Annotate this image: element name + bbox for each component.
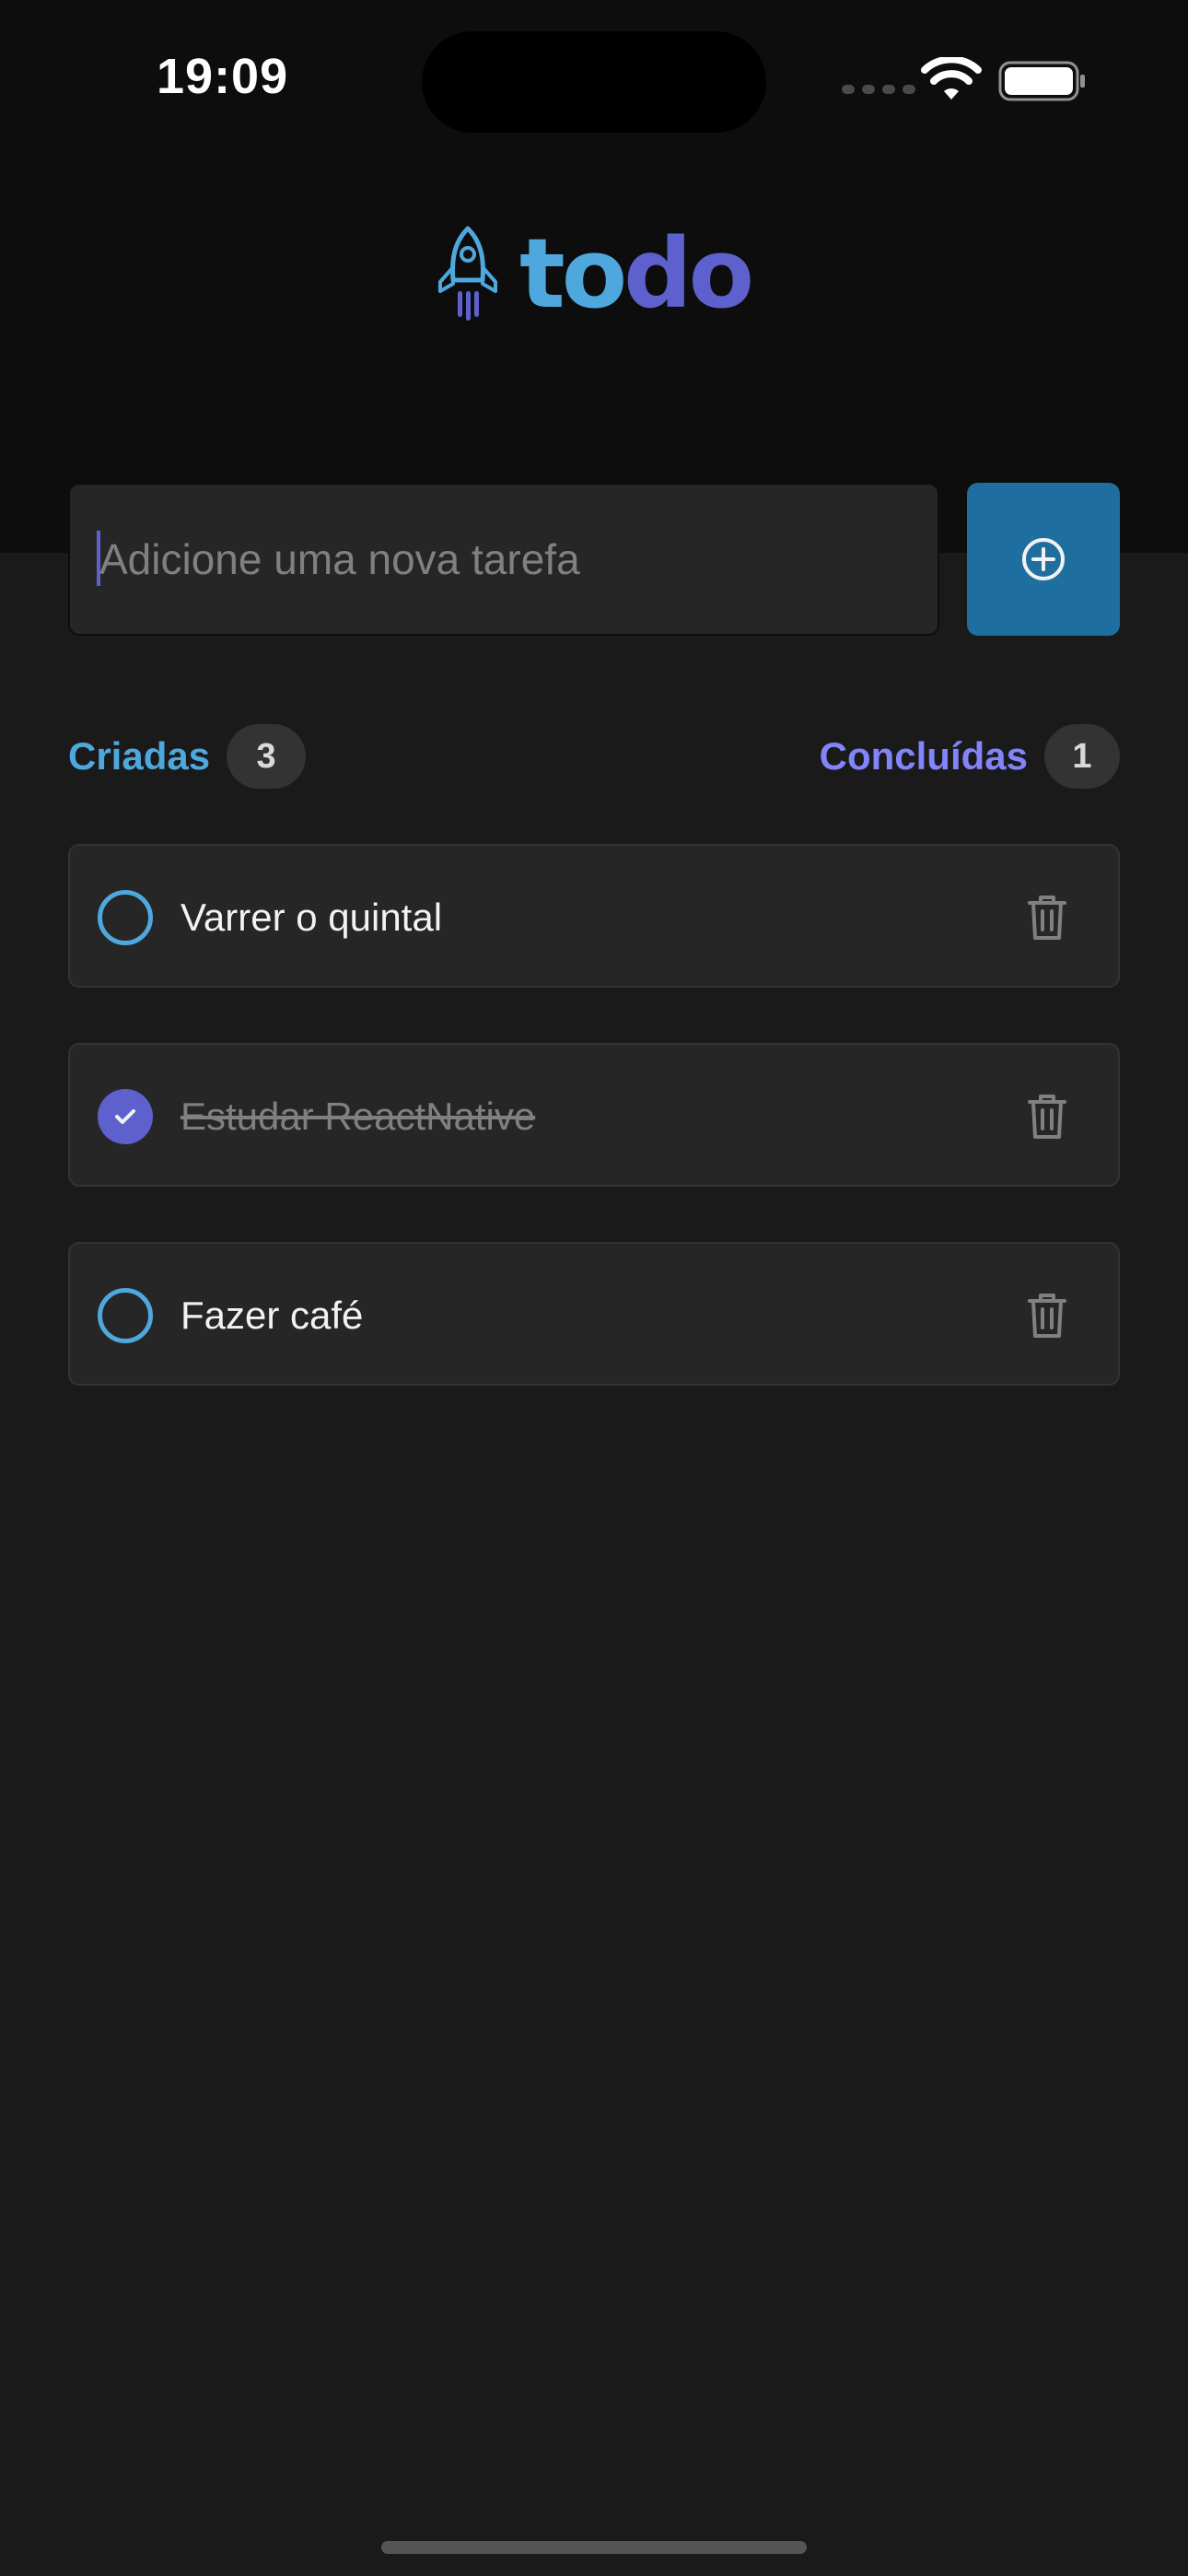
created-counter: Criadas 3: [68, 724, 307, 789]
trash-icon[interactable]: [1026, 1093, 1068, 1141]
task-checkbox[interactable]: [98, 1288, 153, 1343]
done-count-badge: 1: [1044, 724, 1120, 789]
cellular-signal-icon: [842, 85, 915, 94]
task-checkbox-checked[interactable]: [98, 1089, 153, 1144]
battery-icon: [998, 61, 1085, 101]
text-caret: [97, 531, 100, 586]
trash-icon[interactable]: [1026, 1292, 1068, 1340]
done-label: Concluídas: [819, 734, 1028, 778]
task-text: Fazer café: [181, 1294, 364, 1337]
logo-wordmark: todo: [519, 217, 754, 330]
done-counter: Concluídas 1: [820, 724, 1120, 789]
home-indicator[interactable]: [381, 2541, 807, 2554]
task-checkbox[interactable]: [98, 890, 153, 945]
check-icon: [115, 1109, 135, 1124]
task-item: Fazer café: [68, 1242, 1120, 1386]
app-logo: todo: [433, 217, 754, 330]
task-text: Varrer o quintal: [181, 896, 443, 939]
add-task-button[interactable]: [967, 483, 1120, 636]
status-time: 19:09: [157, 49, 289, 104]
task-text: Estudar ReactNative: [181, 1095, 536, 1138]
plus-circle-icon: [1022, 538, 1065, 580]
dynamic-island: [422, 31, 766, 133]
created-count-badge: 3: [227, 724, 307, 789]
rocket-icon: [438, 226, 497, 321]
wifi-icon: [921, 57, 982, 100]
created-label: Criadas: [68, 734, 211, 778]
new-task-input[interactable]: [68, 483, 939, 636]
trash-icon[interactable]: [1026, 894, 1068, 942]
task-item: Varrer o quintal: [68, 844, 1120, 988]
task-item: Estudar ReactNative: [68, 1043, 1120, 1187]
